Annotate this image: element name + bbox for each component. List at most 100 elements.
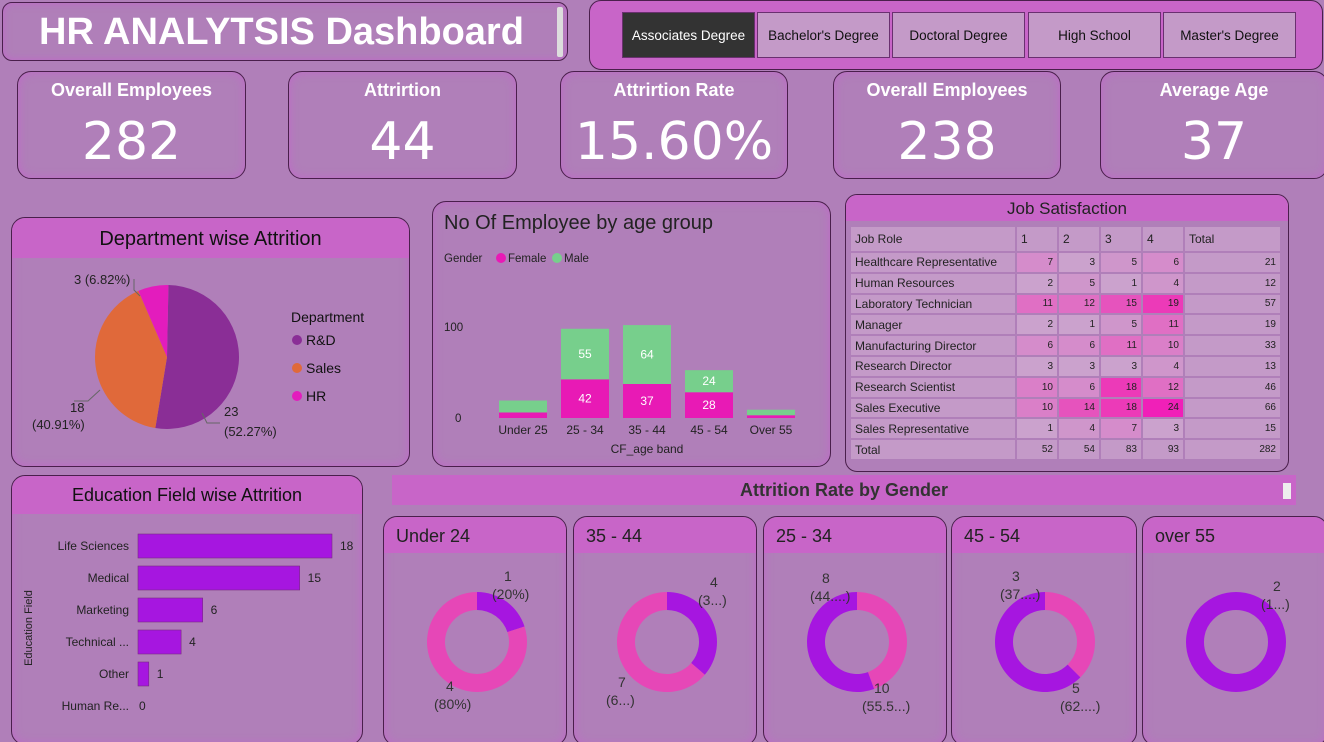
value-cell: 12	[1185, 273, 1280, 293]
bar-data-label: 64	[640, 348, 654, 362]
y-tick-label: Life Sciences	[58, 539, 129, 553]
value-cell: 3	[1017, 356, 1057, 376]
edu-bar	[137, 565, 300, 591]
job-role-cell: Research Director	[851, 356, 1015, 376]
donut-chart: 3 (37....) 5 (62....)	[995, 568, 1100, 714]
value-cell: 6	[1143, 253, 1183, 272]
donut-data-label: 4	[446, 678, 454, 694]
donut-pct-label: (37....)	[1000, 586, 1040, 602]
pie-data-label: (52.27%)	[224, 424, 277, 439]
donut-segment	[1186, 592, 1286, 692]
value-cell: 2	[1017, 273, 1057, 293]
bar-data-label: 18	[340, 539, 354, 553]
legend-title: Department	[291, 309, 364, 325]
table-row: Sales Executive 10 14 18 24 66	[851, 398, 1280, 418]
y-tick-label: Technical ...	[66, 635, 129, 649]
slicer-option-doctoral[interactable]: Doctoral Degree	[892, 12, 1025, 58]
table-row: Laboratory Technician 11 12 15 19 57	[851, 294, 1280, 314]
value-cell: 11	[1017, 294, 1057, 314]
legend-label-hr: HR	[306, 388, 326, 404]
chart-title: Job Satisfaction	[846, 195, 1288, 221]
table-row: Healthcare Representative 7 3 5 6 21	[851, 253, 1280, 272]
value-cell: 21	[1185, 253, 1280, 272]
legend-label-rd: R&D	[306, 332, 336, 348]
column-header: Total	[1185, 227, 1280, 251]
table-row: Human Resources 2 5 1 4 12	[851, 273, 1280, 293]
job-role-cell: Manager	[851, 315, 1015, 335]
donut-data-label: 2	[1273, 578, 1281, 594]
donut-pct-label: (1...)	[1261, 596, 1290, 612]
kpi-label: Average Age	[1159, 80, 1269, 100]
bar-female	[747, 415, 795, 418]
donut-pct-label: (6...)	[606, 692, 635, 708]
value-cell: 1	[1017, 419, 1057, 439]
bar-data-label: 24	[702, 374, 716, 388]
donut-data-label: 3	[1012, 568, 1020, 584]
value-cell: 12	[1143, 377, 1183, 397]
y-tick-label: 0	[455, 413, 461, 425]
value-cell: 54	[1059, 440, 1099, 459]
value-cell: 5	[1101, 315, 1141, 335]
value-cell: 13	[1185, 356, 1280, 376]
value-cell: 6	[1059, 336, 1099, 355]
donut-data-label: 4	[710, 574, 718, 590]
donut-data-label: 5	[1072, 680, 1080, 696]
column-header: 4	[1143, 227, 1183, 251]
value-cell: 24	[1143, 398, 1183, 418]
donut-data-label: 1	[504, 568, 512, 584]
value-cell: 6	[1059, 377, 1099, 397]
value-cell: 7	[1017, 253, 1057, 272]
slicer-option-high-school[interactable]: High School	[1028, 12, 1161, 58]
value-cell: 46	[1185, 377, 1280, 397]
value-cell: 93	[1143, 440, 1183, 459]
value-cell: 10	[1017, 377, 1057, 397]
legend-marker	[292, 363, 302, 373]
x-tick-label: 25 - 34	[566, 423, 604, 437]
legend-label-female: Female	[508, 253, 546, 265]
y-tick-label: Human Re...	[62, 699, 129, 713]
bar-female	[499, 412, 547, 418]
column-header: 1	[1017, 227, 1057, 251]
pie-data-label: 3 (6.82%)	[74, 272, 130, 287]
value-cell: 3	[1059, 253, 1099, 272]
pie-data-label: 18	[70, 400, 84, 415]
department-attrition-card: Department wise Attrition 23 (52.27%) 18 (4…	[11, 217, 410, 467]
kpi-value: 15.60%	[574, 112, 774, 172]
table-row: Manager 2 1 5 11 19	[851, 315, 1280, 335]
legend-marker-female	[496, 253, 506, 263]
slicer-option-associates[interactable]: Associates Degree	[622, 12, 755, 58]
kpi-overall-employees: Overall Employees 282	[17, 71, 246, 179]
x-axis-label: CF_age band	[611, 442, 684, 456]
slicer-option-masters[interactable]: Master's Degree	[1163, 12, 1296, 58]
value-cell: 18	[1101, 398, 1141, 418]
donut-pct-label: (3...)	[698, 592, 727, 608]
age-group-card: No Of Employee by age group Gender Female…	[432, 201, 831, 467]
legend-label-male: Male	[564, 253, 589, 265]
kpi-attrition: Attrirtion 44	[288, 71, 517, 179]
donut-card-25-34: 25 - 34 8 (44....) 10 (55.5...)	[763, 516, 947, 742]
kpi-average-age: Average Age 37	[1100, 71, 1324, 179]
donut-pct-label: (62....)	[1060, 698, 1100, 714]
kpi-value: 238	[897, 112, 997, 172]
y-axis-label: Education Field	[23, 590, 35, 666]
table-total-row: Total 52 54 83 93 282	[851, 440, 1280, 459]
donut-chart: 1 (20%) 4 (80%)	[427, 568, 529, 712]
donut-card-under-24: Under 24 1 (20%) 4 (80%)	[383, 516, 567, 742]
value-cell: 3	[1059, 356, 1099, 376]
edu-bar	[137, 629, 182, 655]
bar-data-label: 28	[702, 398, 716, 412]
edu-bar	[137, 661, 150, 687]
education-slicer: Associates Degree Bachelor's Degree Doct…	[589, 0, 1323, 70]
x-tick-label: Under 25	[498, 423, 548, 437]
value-cell: 33	[1185, 336, 1280, 355]
slicer-option-bachelors[interactable]: Bachelor's Degree	[757, 12, 890, 58]
title-scrollbar[interactable]	[557, 7, 563, 57]
value-cell: 2	[1017, 315, 1057, 335]
department-pie-chart: 23 (52.27%) 18 (40.91%) 3 (6.82%) Department R…	[32, 272, 364, 439]
y-tick-label: 100	[444, 322, 463, 334]
kpi-attrition-rate: Attrirtion Rate 15.60%	[560, 71, 788, 179]
y-tick-label: Marketing	[76, 603, 129, 617]
table-header-row: Job Role 1 2 3 4 Total	[851, 227, 1280, 251]
header-scroll-knob[interactable]	[1283, 483, 1291, 499]
bar-data-label: 42	[578, 392, 592, 406]
